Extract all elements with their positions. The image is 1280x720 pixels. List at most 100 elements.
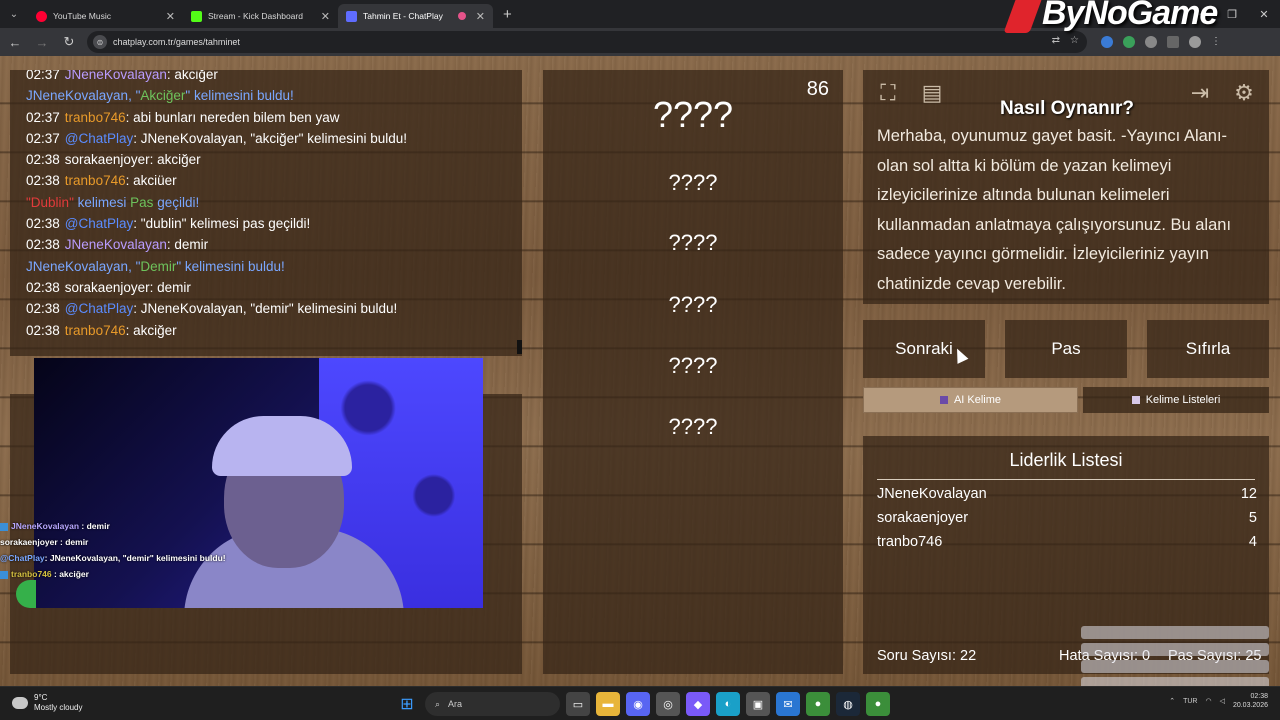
leaderboard-row: tranbo746 4: [877, 534, 1257, 550]
overlay-chat-line: @ChatPlay: JNeneKovalayan, "demir" kelim…: [0, 553, 226, 563]
word-list-panel: 86 ???? ???? ???? ???? ???? ????: [543, 70, 843, 674]
app-icon[interactable]: ◆: [686, 692, 710, 716]
overlay-chat-line: JNeneKovalayan : demir: [0, 518, 260, 534]
system-tray: ⌃ TUR ◠ ◁ 02:38 20.03.2026: [1169, 692, 1268, 710]
pass-button[interactable]: Pas: [1005, 320, 1127, 378]
tab-chatplay[interactable]: Tahmin Et - ChatPlay ✕: [338, 4, 493, 28]
clock-time: 02:38: [1250, 693, 1268, 700]
wifi-icon[interactable]: ◠: [1205, 697, 1211, 705]
file-explorer-icon[interactable]: ▬: [596, 692, 620, 716]
alert-item: [1081, 660, 1269, 673]
task-view-icon[interactable]: ▭: [566, 692, 590, 716]
chrome-icon[interactable]: ●: [806, 692, 830, 716]
language-indicator[interactable]: TUR: [1183, 698, 1197, 705]
kick-icon: [191, 10, 202, 22]
tab-youtube-music[interactable]: YouTube Music ✕: [28, 4, 183, 28]
leaderboard-row: sorakaenjoyer 5: [877, 510, 1257, 526]
ai-word-label: AI Kelime: [953, 394, 1002, 406]
chat-message: 02:38 @ChatPlay: "dublin" kelimesi pas ge…: [26, 216, 311, 232]
chat-message: 02:38 tranbo746: akciüer: [26, 173, 177, 189]
player-score: 12: [1240, 486, 1257, 502]
url-input[interactable]: ⊜ chatplay.com.tr/games/tahminet ⇄ ☆: [87, 31, 1087, 53]
volume-icon[interactable]: ◁: [1220, 697, 1225, 705]
instructions-text: Merhaba, oyunumuz gayet basit. -Yayıncı …: [877, 127, 1232, 293]
tab-kick-dashboard[interactable]: Stream - Kick Dashboard ✕: [183, 4, 338, 28]
steam-icon[interactable]: ◍: [836, 692, 860, 716]
forbidden-word: ????: [668, 230, 718, 255]
extensions-puzzle-icon[interactable]: [1145, 36, 1157, 48]
forward-icon[interactable]: →: [30, 35, 54, 50]
close-icon[interactable]: ✕: [166, 10, 175, 23]
player-name: JNeneKovalayan: [877, 486, 987, 502]
chat-message: 02:38 JNeneKovalayan: demir: [26, 237, 209, 253]
new-tab-button[interactable]: +: [503, 6, 512, 23]
translate-icon[interactable]: ⇄: [1052, 35, 1060, 46]
store-icon[interactable]: ▣: [746, 692, 770, 716]
weather-temp: 9°C: [34, 693, 48, 702]
word-lists-tab[interactable]: Kelime Listeleri: [1083, 387, 1269, 413]
search-label: Ara: [448, 699, 463, 709]
weather-widget[interactable]: 9°C Mostly cloudy: [12, 693, 82, 713]
overlay-chat-line: sorakaenjoyer : demir: [0, 537, 89, 547]
chat-message: 02:37 @ChatPlay: JNeneKovalayan, "akciğer…: [26, 130, 408, 146]
windows-start-icon[interactable]: ⊞: [395, 692, 419, 716]
taskbar-search[interactable]: ⌕ Ara: [425, 692, 560, 716]
leaderboard-row: JNeneKovalayan 12: [877, 486, 1257, 502]
mail-icon[interactable]: ✉: [776, 692, 800, 716]
audio-icon[interactable]: [457, 12, 466, 20]
how-to-play-panel: ⛶ ▤ Nasıl Oynanır? ⇥ ⚙ Merhaba, oyunumuz…: [863, 70, 1269, 304]
ai-word-tab[interactable]: AI Kelime: [863, 387, 1078, 413]
overlay-chat-line: tranbo746 : akciğer: [0, 566, 260, 582]
fullscreen-icon[interactable]: ⛶: [873, 78, 903, 108]
clock[interactable]: 02:38 20.03.2026: [1233, 692, 1268, 710]
forbidden-word: ????: [668, 292, 718, 317]
edge-icon[interactable]: ◐: [716, 692, 740, 716]
chat-message: 02:38 sorakaenjoyer: akciğer: [26, 152, 201, 168]
chat-message: 02:38 sorakaenjoyer: demir: [26, 279, 191, 295]
maximize-icon[interactable]: ❐: [1216, 0, 1248, 28]
chat-message: JNeneKovalayan, "Demir" kelimesini buldu…: [26, 258, 285, 274]
close-icon[interactable]: ✕: [476, 10, 485, 23]
chat-message: "Dublin" kelimesi Pas geçildi!: [26, 194, 200, 210]
menu-icon[interactable]: ⋮: [1211, 36, 1221, 48]
alert-item: [1081, 677, 1269, 686]
app-icon[interactable]: ◎: [656, 692, 680, 716]
exit-icon[interactable]: ⇥: [1185, 78, 1215, 108]
profile-avatar[interactable]: [1189, 36, 1201, 48]
next-button[interactable]: Sonraki: [863, 320, 985, 378]
player-score: 5: [1248, 510, 1257, 526]
window-close-icon[interactable]: ✕: [1248, 0, 1280, 28]
main-word: ????: [652, 94, 734, 135]
chat-scrollbar[interactable]: [517, 340, 522, 354]
stream-alerts-overlay: [1081, 626, 1269, 686]
bookmark-star-icon[interactable]: ☆: [1070, 35, 1079, 46]
cloud-icon: [12, 697, 28, 709]
chat-message: 02:37 JNeneKovalayan: akciğer: [26, 70, 218, 82]
reload-icon[interactable]: ↻: [57, 34, 81, 50]
weather-desc: Mostly cloudy: [34, 703, 83, 712]
reset-button[interactable]: Sıfırla: [1147, 320, 1269, 378]
document-icon[interactable]: ▤: [917, 78, 947, 108]
back-icon[interactable]: ←: [3, 35, 27, 50]
bynogame-logo: ByNoGame: [1003, 0, 1218, 34]
tab-label: Tahmin Et - ChatPlay: [363, 11, 443, 21]
close-icon[interactable]: ✕: [321, 10, 330, 23]
search-icon: ⌕: [435, 698, 441, 709]
chrome-profile-icon[interactable]: ●: [866, 692, 890, 716]
leaderboard-title: Liderlik Listesi: [877, 450, 1255, 480]
chat-message: JNeneKovalayan, "Akciğer" kelimesini bul…: [26, 88, 294, 104]
settings-gear-icon[interactable]: ⚙: [1229, 78, 1259, 108]
site-info-icon[interactable]: ⊜: [93, 35, 107, 49]
tab-search-icon[interactable]: ⌄: [0, 0, 28, 28]
discord-icon[interactable]: ◉: [626, 692, 650, 716]
chat-message: 02:38 tranbo746: akciğer: [26, 322, 177, 338]
alert-item: [1081, 643, 1269, 656]
forbidden-word: ????: [668, 414, 718, 439]
extension-icon[interactable]: [1101, 36, 1113, 48]
reading-list-icon[interactable]: [1167, 36, 1179, 48]
tray-chevron-icon[interactable]: ⌃: [1169, 697, 1175, 705]
url-text: chatplay.com.tr/games/tahminet: [113, 37, 240, 47]
chat-message: 02:38 @ChatPlay: JNeneKovalayan, "demir" …: [26, 301, 398, 317]
alert-item: [1081, 626, 1269, 639]
extension-icon[interactable]: [1123, 36, 1135, 48]
